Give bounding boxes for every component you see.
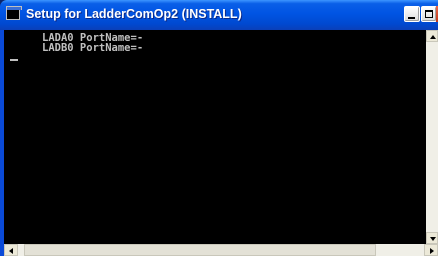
- vertical-scrollbar[interactable]: [426, 30, 438, 244]
- horizontal-scroll-thumb[interactable]: [24, 244, 376, 256]
- arrow-right-icon: [430, 248, 434, 254]
- arrow-down-icon: [430, 237, 436, 241]
- console-output[interactable]: LADA0 PortName=- LADB0 PortName=-: [4, 30, 426, 244]
- scroll-up-button[interactable]: [426, 30, 438, 42]
- scroll-left-button[interactable]: [4, 244, 18, 256]
- arrow-up-icon: [430, 35, 436, 39]
- window-title: Setup for LadderComOp2 (INSTALL): [26, 7, 242, 21]
- minimize-button[interactable]: [404, 6, 420, 22]
- console-icon[interactable]: [6, 6, 22, 20]
- text-cursor: [10, 59, 18, 61]
- console-line: LADB0 PortName=-: [42, 42, 144, 54]
- scroll-right-button[interactable]: [424, 244, 438, 256]
- horizontal-scrollbar[interactable]: [4, 244, 438, 256]
- title-bar[interactable]: Setup for LadderComOp2 (INSTALL): [0, 0, 438, 30]
- scroll-down-button[interactable]: [426, 232, 438, 244]
- arrow-left-icon: [9, 248, 13, 254]
- maximize-button[interactable]: [421, 6, 437, 22]
- console-window: Setup for LadderComOp2 (INSTALL) LADA0 P…: [0, 0, 438, 256]
